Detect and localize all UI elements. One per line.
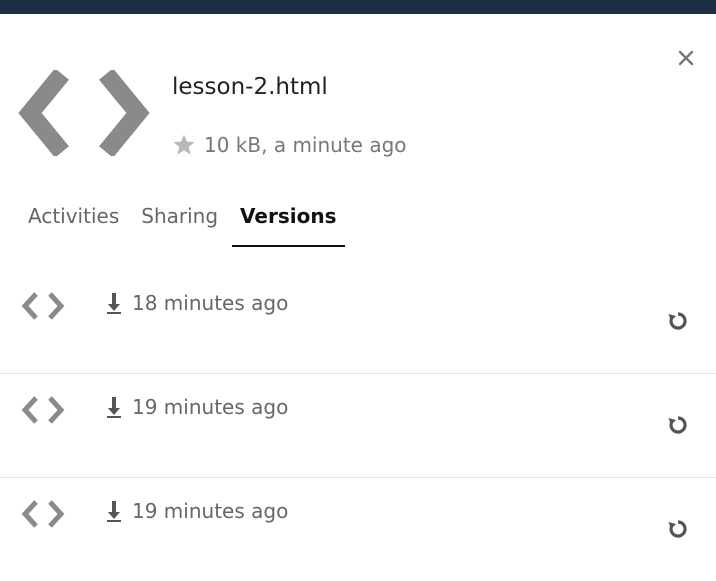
restore-button[interactable] bbox=[663, 514, 693, 544]
version-time: 19 minutes ago bbox=[132, 499, 289, 523]
version-download-link[interactable]: 19 minutes ago bbox=[104, 499, 288, 523]
tab-versions[interactable]: Versions bbox=[232, 204, 345, 247]
file-name: lesson-2.html bbox=[172, 74, 328, 100]
download-icon bbox=[107, 293, 121, 314]
version-row: 19 minutes ago bbox=[0, 478, 716, 581]
download-icon bbox=[107, 397, 121, 418]
restore-icon bbox=[668, 520, 687, 538]
version-list: 18 minutes ago 19 minutes ago 19 minutes… bbox=[0, 270, 716, 581]
star-icon[interactable] bbox=[172, 133, 196, 157]
sidebar-tabs: Activities Sharing Versions bbox=[26, 204, 345, 247]
top-bar bbox=[0, 0, 716, 14]
tab-activities[interactable]: Activities bbox=[26, 204, 121, 244]
file-meta: 10 kB, a minute ago bbox=[172, 133, 407, 157]
tab-sharing[interactable]: Sharing bbox=[139, 204, 220, 244]
close-icon bbox=[678, 50, 694, 66]
version-row: 18 minutes ago bbox=[0, 270, 716, 374]
restore-button[interactable] bbox=[663, 410, 693, 440]
download-icon bbox=[107, 501, 121, 522]
file-meta-text: 10 kB, a minute ago bbox=[204, 133, 407, 157]
close-button[interactable] bbox=[672, 44, 700, 72]
restore-icon bbox=[668, 312, 687, 330]
restore-button[interactable] bbox=[663, 306, 693, 336]
restore-icon bbox=[668, 416, 687, 434]
code-icon bbox=[18, 70, 150, 156]
code-icon bbox=[21, 500, 65, 528]
code-icon bbox=[21, 292, 65, 320]
version-row: 19 minutes ago bbox=[0, 374, 716, 478]
version-time: 19 minutes ago bbox=[132, 395, 289, 419]
code-icon bbox=[21, 396, 65, 424]
version-time: 18 minutes ago bbox=[132, 291, 289, 315]
version-download-link[interactable]: 19 minutes ago bbox=[104, 395, 288, 419]
version-download-link[interactable]: 18 minutes ago bbox=[104, 291, 288, 315]
